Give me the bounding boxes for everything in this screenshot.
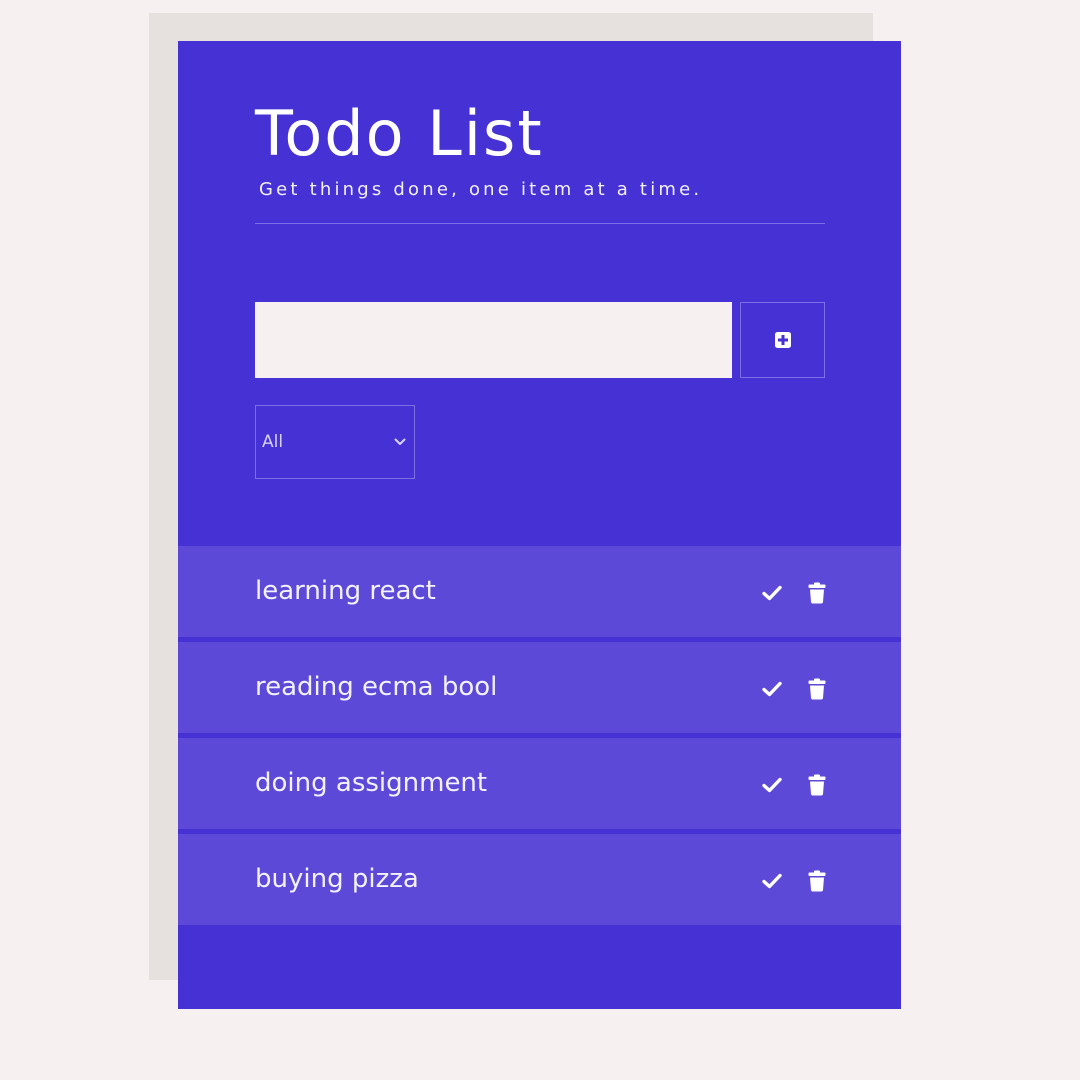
check-icon: [762, 777, 782, 793]
check-icon: [762, 873, 782, 889]
delete-button[interactable]: [805, 772, 829, 798]
todo-input[interactable]: [255, 302, 732, 378]
check-icon: [762, 585, 782, 601]
todo-list: learning react reading ecma bool doing a…: [178, 546, 901, 930]
trash-icon: [808, 774, 826, 796]
complete-button[interactable]: [760, 581, 784, 605]
todo-item: buying pizza: [178, 834, 901, 925]
filter-select[interactable]: All: [255, 405, 415, 479]
filter-selected-value: All: [262, 432, 284, 452]
todo-text: buying pizza: [255, 864, 419, 894]
chevron-down-icon: [394, 438, 406, 445]
complete-button[interactable]: [760, 773, 784, 797]
add-todo-button[interactable]: [740, 302, 825, 378]
todo-text: learning react: [255, 576, 436, 606]
delete-button[interactable]: [805, 676, 829, 702]
trash-icon: [808, 870, 826, 892]
complete-button[interactable]: [760, 869, 784, 893]
trash-icon: [808, 582, 826, 604]
todo-card: Todo List Get things done, one item at a…: [178, 41, 901, 1009]
todo-item: learning react: [178, 546, 901, 637]
trash-icon: [808, 678, 826, 700]
header: Todo List Get things done, one item at a…: [255, 91, 825, 203]
header-divider: [255, 223, 825, 224]
todo-item: reading ecma bool: [178, 642, 901, 733]
todo-text: reading ecma bool: [255, 672, 498, 702]
todo-item: doing assignment: [178, 738, 901, 829]
check-icon: [762, 681, 782, 697]
page-subtitle: Get things done, one item at a time.: [259, 179, 703, 200]
delete-button[interactable]: [805, 868, 829, 894]
page-title: Todo List: [255, 97, 544, 170]
complete-button[interactable]: [760, 677, 784, 701]
todo-text: doing assignment: [255, 768, 488, 798]
delete-button[interactable]: [805, 580, 829, 606]
plus-square-icon: [774, 332, 791, 348]
